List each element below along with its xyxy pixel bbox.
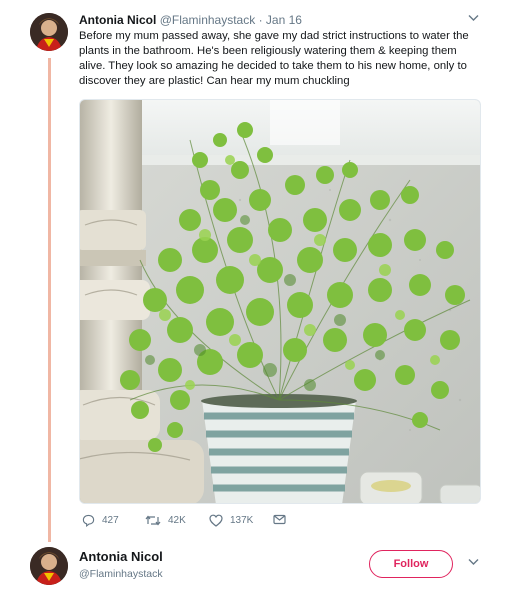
- retweet-count: 42K: [168, 515, 186, 526]
- avatar-image: [30, 547, 68, 585]
- tweet-header: Antonia Nicol @Flaminhaystack · Jan 16: [79, 13, 302, 28]
- thread-connector-line: [48, 58, 51, 542]
- avatar-image: [30, 13, 68, 51]
- chevron-down-icon[interactable]: [468, 557, 479, 569]
- reply-button[interactable]: 427: [82, 514, 119, 527]
- fern-photo: [80, 100, 480, 503]
- retweet-icon: [145, 515, 161, 526]
- tweet-text: Before my mum passed away, she gave my d…: [79, 30, 469, 87]
- author-card-handle[interactable]: @Flaminhaystack: [79, 568, 163, 580]
- like-count: 137K: [230, 515, 254, 526]
- heart-icon: [209, 514, 223, 527]
- reply-count: 427: [102, 515, 119, 526]
- header-separator: ·: [258, 13, 263, 27]
- author-card-avatar[interactable]: [30, 547, 68, 585]
- avatar[interactable]: [30, 13, 68, 51]
- reply-icon: [82, 514, 95, 527]
- chevron-down-icon[interactable]: [468, 13, 479, 25]
- retweet-button[interactable]: 42K: [145, 514, 186, 527]
- author-card-name[interactable]: Antonia Nicol: [79, 549, 163, 564]
- author-name[interactable]: Antonia Nicol: [79, 13, 156, 27]
- follow-button[interactable]: Follow: [369, 550, 453, 578]
- tweet-date[interactable]: Jan 16: [266, 13, 302, 27]
- author-handle[interactable]: @Flaminhaystack: [160, 13, 256, 27]
- like-button[interactable]: 137K: [209, 514, 253, 527]
- tweet-photo[interactable]: [79, 99, 481, 504]
- envelope-icon: [273, 514, 286, 525]
- direct-message-button[interactable]: [273, 514, 286, 525]
